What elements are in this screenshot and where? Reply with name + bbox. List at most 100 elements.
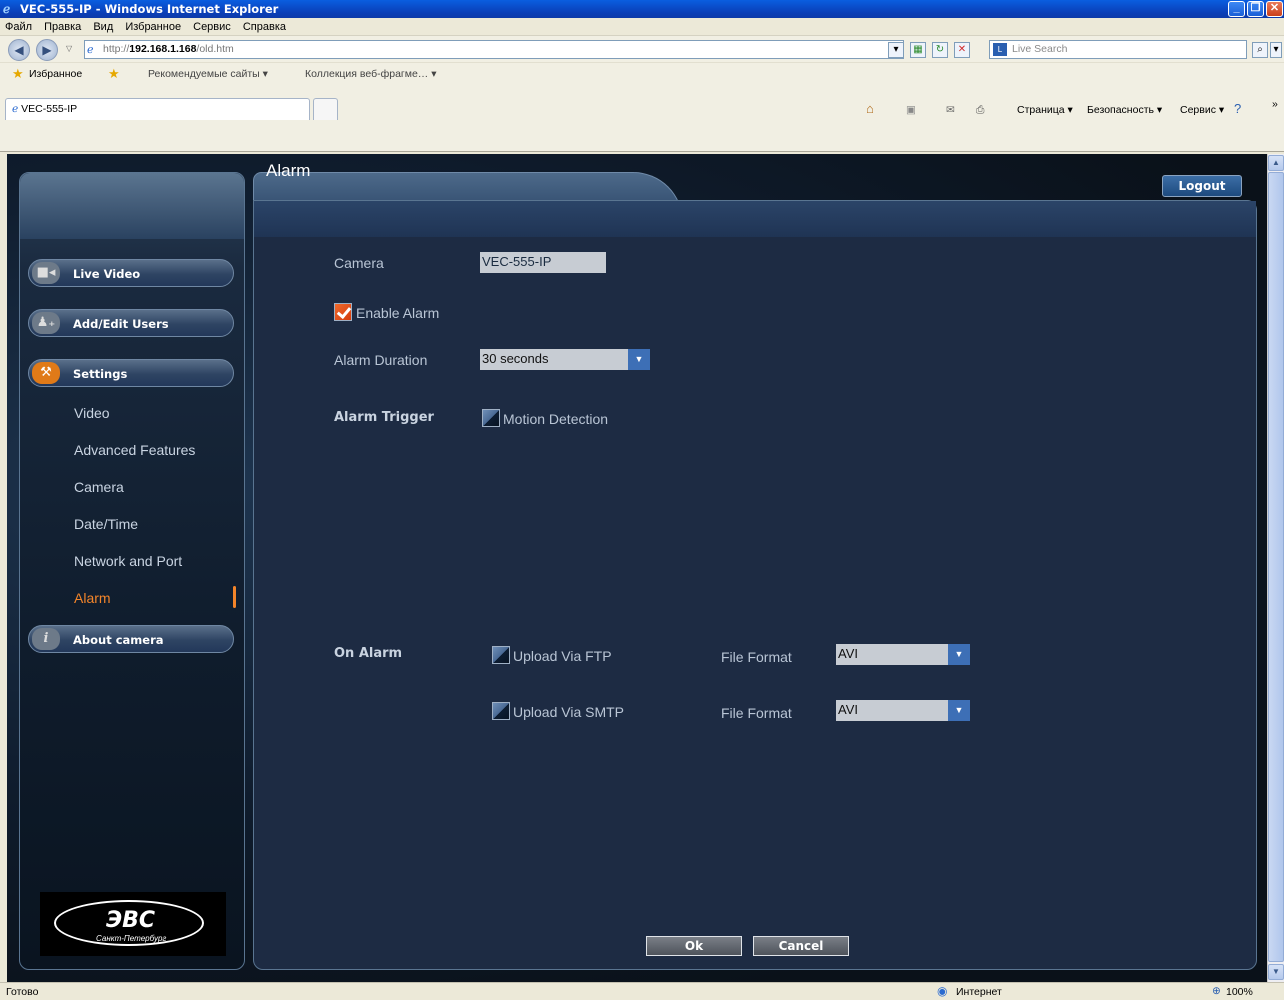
menu-view[interactable]: Вид: [88, 18, 117, 33]
print-icon[interactable]: ⎙: [976, 104, 984, 117]
chevron-down-icon: ▼: [948, 700, 970, 721]
alarm-trigger-label: Alarm Trigger: [334, 410, 434, 425]
ie-logo-icon: ℯ: [3, 2, 11, 16]
sidebar-item-live-video[interactable]: ■◂ Live Video: [28, 259, 234, 287]
menu-bar: Файл Правка Вид Избранное Сервис Справка: [0, 18, 1284, 36]
maximize-button[interactable]: ❐: [1247, 1, 1264, 17]
chevron-down-icon: ▼: [948, 644, 970, 665]
address-input[interactable]: ℯ http://192.168.1.168/old.htm: [84, 40, 904, 59]
smtp-file-format-label: File Format: [721, 705, 792, 721]
motion-detection-checkbox[interactable]: [482, 409, 500, 427]
url-path: /old.htm: [196, 43, 234, 55]
sidebar-subitem-video[interactable]: Video: [74, 405, 110, 421]
zoom-level[interactable]: 100%: [1226, 986, 1253, 998]
upload-ftp-label: Upload Via FTP: [513, 648, 612, 664]
minimize-button[interactable]: _: [1228, 1, 1245, 17]
enable-alarm-checkbox[interactable]: [334, 303, 352, 321]
favorites-link-slices[interactable]: Коллекция веб-фрагме… ▾: [305, 68, 436, 80]
address-dropdown-icon[interactable]: ▾: [888, 42, 904, 58]
compatibility-icon[interactable]: ▦: [910, 42, 926, 58]
window-title: VEC-555-IP - Windows Internet Explorer: [20, 2, 279, 16]
search-options-icon[interactable]: ▾: [1270, 42, 1282, 58]
window-title-bar: ℯ VEC-555-IP - Windows Internet Explorer…: [0, 0, 1284, 18]
panel-top-band: [254, 201, 1256, 237]
web-content: ■◂ Live Video ♟₊ Add/Edit Users ⚒ Settin…: [7, 154, 1267, 982]
sidebar-item-about-camera[interactable]: i About camera: [28, 625, 234, 653]
add-user-icon: ♟₊: [32, 312, 60, 334]
menu-file[interactable]: Файл: [0, 18, 36, 33]
tools-menu[interactable]: Сервис ▾: [1180, 104, 1224, 116]
sidebar-subitem-camera[interactable]: Camera: [74, 479, 124, 495]
sidebar-item-label: Settings: [73, 367, 128, 381]
zoom-icon[interactable]: ⊕: [1212, 985, 1221, 997]
stop-icon[interactable]: ✕: [954, 42, 970, 58]
status-bar: Готово ◉ Интернет ⊕ 100%: [0, 982, 1284, 1000]
zone-text: Интернет: [956, 986, 1002, 998]
ftp-file-format-label: File Format: [721, 649, 792, 665]
smtp-file-format-value: AVI: [838, 702, 858, 717]
favorites-link-suggested[interactable]: Рекомендуемые сайты ▾: [148, 68, 268, 80]
safety-menu[interactable]: Безопасность ▾: [1087, 104, 1162, 116]
scroll-thumb[interactable]: [1268, 172, 1284, 962]
camera-label: Camera: [334, 255, 384, 271]
new-tab-button[interactable]: [313, 98, 338, 120]
tab-vec-555-ip[interactable]: ℯ VEC-555-IP: [5, 98, 310, 120]
search-icon[interactable]: ⌕: [1252, 42, 1268, 58]
scroll-up-button[interactable]: ▲: [1268, 155, 1284, 171]
search-placeholder: Live Search: [1012, 43, 1068, 55]
feeds-icon[interactable]: ▣: [906, 104, 916, 116]
mail-icon[interactable]: ✉: [946, 104, 955, 116]
cancel-button[interactable]: Cancel: [753, 936, 849, 956]
live-search-icon: L: [993, 43, 1007, 56]
ok-button[interactable]: Ok: [646, 936, 742, 956]
search-input[interactable]: L Live Search: [989, 40, 1247, 59]
sidebar-header: [20, 173, 244, 239]
sidebar-subitem-network-and-port[interactable]: Network and Port: [74, 553, 182, 569]
menu-edit[interactable]: Правка: [39, 18, 85, 33]
smtp-file-format-select[interactable]: AVI ▼: [836, 700, 970, 721]
video-camera-icon: ■◂: [32, 262, 60, 284]
close-button[interactable]: ✕: [1266, 1, 1283, 17]
logout-button[interactable]: Logout: [1162, 175, 1242, 197]
sidebar-item-settings[interactable]: ⚒ Settings: [28, 359, 234, 387]
toolbar-overflow-icon[interactable]: »: [1272, 98, 1278, 110]
forward-button[interactable]: ▶: [36, 39, 58, 61]
tab-title: VEC-555-IP: [21, 103, 78, 115]
on-alarm-label: On Alarm: [334, 646, 403, 661]
favorites-bar: ★ Избранное ★ Рекомендуемые сайты ▾ Колл…: [0, 62, 1284, 86]
sidebar-item-label: About camera: [73, 633, 164, 647]
upload-ftp-checkbox[interactable]: [492, 646, 510, 664]
ftp-file-format-value: AVI: [838, 646, 858, 661]
page-menu[interactable]: Страница ▾: [1017, 104, 1073, 116]
page-icon: ℯ: [87, 44, 94, 56]
favorites-button[interactable]: Избранное: [29, 68, 82, 80]
upload-smtp-checkbox[interactable]: [492, 702, 510, 720]
menu-help[interactable]: Справка: [238, 18, 290, 33]
ftp-file-format-select[interactable]: AVI ▼: [836, 644, 970, 665]
menu-favorites[interactable]: Избранное: [120, 18, 185, 33]
sidebar-item-label: Live Video: [73, 267, 141, 281]
scroll-down-button[interactable]: ▼: [1268, 964, 1284, 980]
menu-tools[interactable]: Сервис: [188, 18, 235, 33]
sidebar-subitem-date-time[interactable]: Date/Time: [74, 516, 138, 532]
page-title: Alarm: [266, 161, 311, 180]
company-logo: ЭВС Санкт-Петербург: [40, 892, 226, 956]
favorites-star-icon[interactable]: ★: [12, 66, 24, 82]
alarm-duration-select[interactable]: 30 seconds ▼: [480, 349, 650, 370]
logo-brand: ЭВС: [106, 908, 156, 933]
camera-name-field[interactable]: VEC-555-IP: [480, 252, 606, 273]
status-text: Готово: [6, 986, 39, 998]
sidebar-subitem-alarm[interactable]: Alarm: [74, 590, 111, 606]
help-icon[interactable]: ?: [1234, 101, 1241, 116]
sidebar-subitem-advanced-features[interactable]: Advanced Features: [74, 442, 195, 458]
url-prefix: http://: [103, 43, 130, 55]
back-button[interactable]: ◀: [8, 39, 30, 61]
vertical-scrollbar[interactable]: ▲ ▼: [1267, 154, 1284, 982]
add-favorite-icon[interactable]: ★: [108, 66, 120, 82]
home-icon[interactable]: ⌂: [866, 101, 874, 116]
refresh-icon[interactable]: ↻: [932, 42, 948, 58]
history-dropdown-icon[interactable]: ▽: [66, 44, 72, 53]
alarm-duration-value: 30 seconds: [482, 351, 549, 366]
sidebar-item-add-edit-users[interactable]: ♟₊ Add/Edit Users: [28, 309, 234, 337]
logo-city: Санкт-Петербург: [96, 934, 167, 943]
